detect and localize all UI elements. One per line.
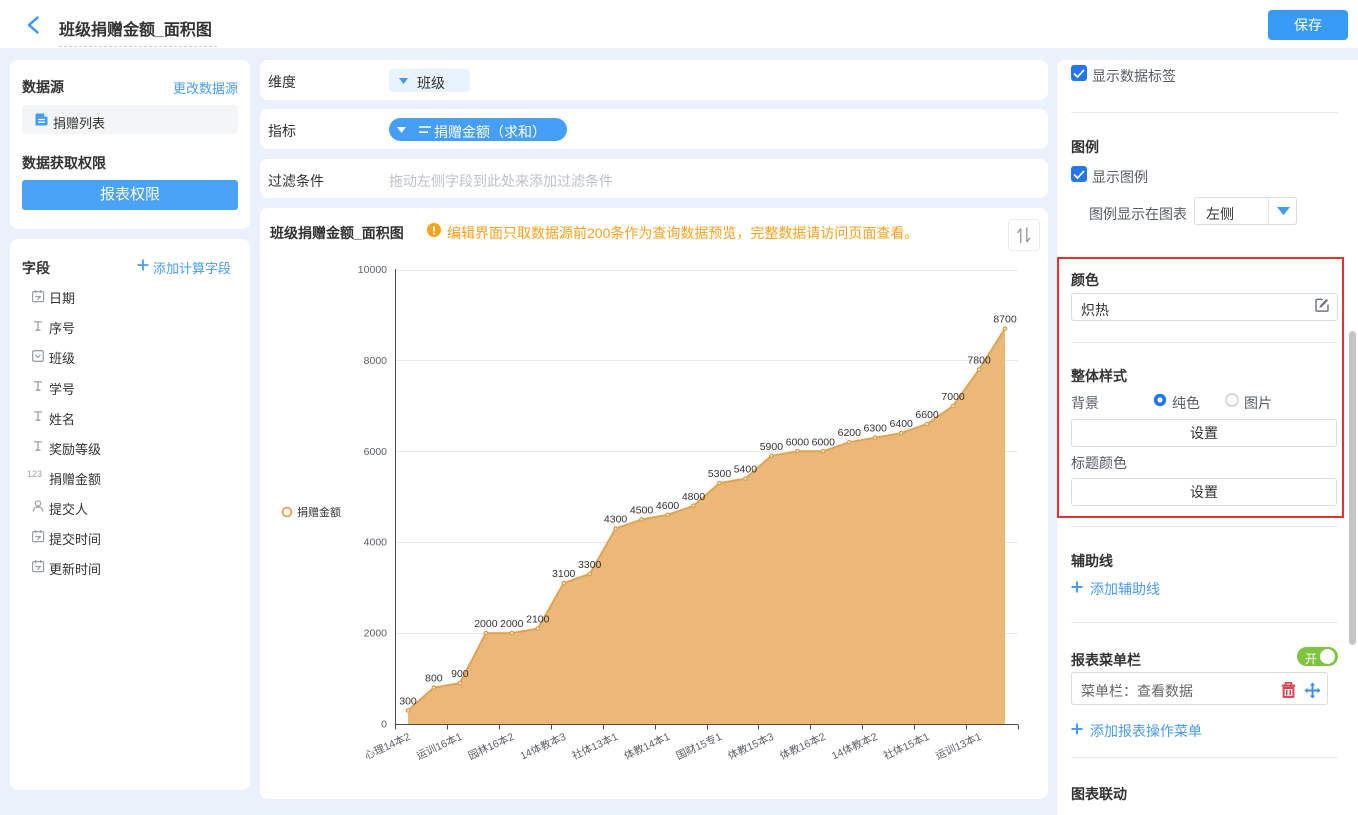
svg-text:6200: 6200 [838, 427, 862, 439]
svg-text:2100: 2100 [526, 614, 550, 626]
svg-text:社体13本1: 社体13本1 [570, 730, 620, 763]
svg-text:体教15本3: 体教15本3 [726, 730, 776, 763]
svg-text:捐赠金额: 捐赠金额 [297, 505, 341, 519]
svg-text:7000: 7000 [941, 391, 965, 403]
svg-text:4800: 4800 [682, 491, 706, 503]
svg-text:体教14本1: 体教14本1 [622, 730, 672, 763]
svg-text:4000: 4000 [364, 537, 388, 549]
svg-text:运训13本1: 运训13本1 [933, 730, 983, 763]
svg-text:6000: 6000 [364, 446, 388, 458]
svg-text:园林16本2: 园林16本2 [466, 730, 516, 763]
svg-text:6300: 6300 [864, 423, 888, 435]
svg-text:心理14本2: 心理14本2 [362, 730, 412, 763]
svg-text:2000: 2000 [474, 618, 498, 630]
svg-text:3300: 3300 [578, 559, 602, 571]
svg-text:4600: 4600 [656, 500, 680, 512]
svg-text:0: 0 [381, 719, 387, 731]
svg-text:6000: 6000 [786, 436, 810, 448]
svg-text:5900: 5900 [760, 441, 784, 453]
svg-text:300: 300 [399, 695, 417, 707]
svg-text:5400: 5400 [734, 464, 758, 476]
svg-text:7800: 7800 [967, 355, 991, 367]
svg-text:4500: 4500 [630, 505, 654, 517]
svg-text:6000: 6000 [812, 436, 836, 448]
svg-text:5300: 5300 [708, 468, 732, 480]
svg-text:运训16本1: 运训16本1 [414, 730, 464, 763]
svg-text:社体15本1: 社体15本1 [881, 730, 931, 763]
svg-text:2000: 2000 [500, 618, 524, 630]
svg-text:6400: 6400 [890, 418, 914, 430]
svg-text:14体教本3: 14体教本3 [518, 730, 568, 763]
svg-text:10000: 10000 [358, 264, 387, 276]
svg-text:14体教本2: 14体教本2 [830, 730, 880, 763]
svg-text:8000: 8000 [364, 355, 388, 367]
svg-text:900: 900 [451, 668, 469, 680]
svg-text:2000: 2000 [364, 628, 388, 640]
svg-text:体教16本2: 体教16本2 [778, 730, 828, 763]
svg-text:800: 800 [425, 673, 443, 685]
svg-text:国财15专1: 国财15专1 [674, 730, 724, 763]
svg-text:3100: 3100 [552, 568, 576, 580]
svg-text:6600: 6600 [915, 409, 939, 421]
svg-text:8700: 8700 [993, 314, 1017, 326]
svg-text:4300: 4300 [604, 514, 628, 526]
